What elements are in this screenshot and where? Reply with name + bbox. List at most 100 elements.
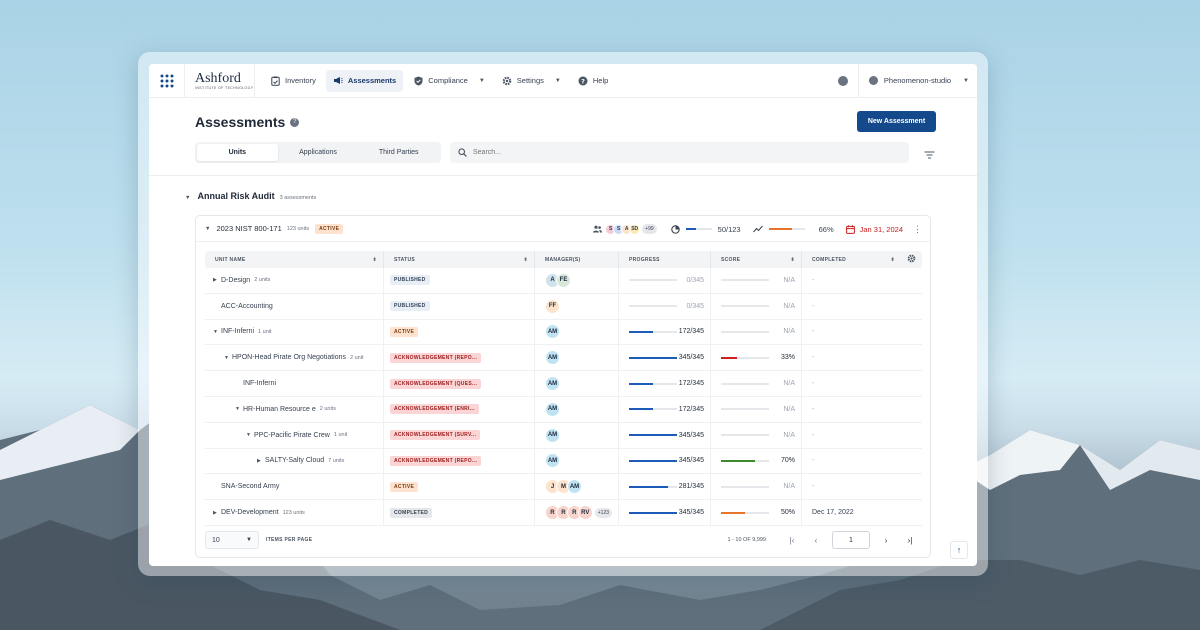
group-title: Annual Risk Audit [197,191,275,201]
column-settings-icon[interactable] [907,254,916,265]
tab-units[interactable]: Units [197,144,278,161]
expand-caret-icon[interactable]: ▶ [257,458,265,464]
collapse-caret-icon[interactable]: ▼ [205,226,210,232]
unit-name[interactable]: SNA-Second Army [221,483,279,490]
nav-help[interactable]: ? Help [571,70,615,92]
nav-assessments[interactable]: Assessments [325,69,404,92]
status-cell: ACKNOWLEDGEMENT (REPO... [384,345,535,371]
help-icon[interactable]: ? [290,117,300,127]
unit-name-cell: SNA-Second Army [205,474,384,500]
manager-avatar[interactable]: AM [567,479,582,495]
sort-icon[interactable]: ⬍ [524,257,529,263]
status-badge: ACKNOWLEDGEMENT (SURV... [390,430,481,441]
status-cell: COMPLETED [384,500,535,525]
expand-caret-icon[interactable]: ▼ [224,355,232,361]
table-row[interactable]: ▼ INF-Inferni 1 unit ACTIVE AM 172/345 N… [205,319,922,346]
items-per-page-select[interactable]: 10 ▼ [205,531,259,549]
managers-cell: AM [535,371,619,396]
managers-more[interactable]: +123 [594,507,613,518]
collapse-caret-icon[interactable]: ▼ [185,195,190,201]
col-status[interactable]: STATUS ⬍ [384,251,535,268]
unit-name-cell: ▼ HPON-Head Pirate Org Negotiations 2 un… [205,345,384,371]
table-row[interactable]: INF-Inferni ACKNOWLEDGEMENT (QUES... AM … [205,371,922,397]
manager-avatars[interactable]: S S A SD [605,223,641,235]
table-row[interactable]: ACC-Accounting PUBLISHED FF 0/345 N/A - [205,293,922,320]
expand-caret-icon[interactable]: ▼ [246,432,254,438]
unit-name[interactable]: INF-Inferni [243,380,276,387]
group-header[interactable]: ▼ Annual Risk Audit 3 assessments [185,191,316,201]
nav-compliance[interactable]: Compliance ▼ [406,70,492,92]
table-row[interactable]: SNA-Second Army ACTIVE J M AM 281/345 N/A … [205,474,922,501]
table-row[interactable]: ▶ D-Design 2 units PUBLISHED A FE 0/345 N… [205,268,922,294]
new-assessment-button[interactable]: New Assessment [857,111,936,132]
manager-avatar[interactable]: SD [629,223,641,235]
progress-gauge-icon [670,224,680,234]
unit-name[interactable]: DEV-Development [221,509,279,516]
table-row[interactable]: ▼ HR-Human Resource e 2 units ACKNOWLEDG… [205,396,922,423]
manager-avatar[interactable]: FE [556,272,571,288]
more-options-icon[interactable]: ⋮ [913,224,922,235]
manager-avatar[interactable]: RV [577,505,593,521]
prev-page-icon[interactable]: ‹ [809,533,823,547]
expand-caret-icon[interactable]: ▼ [213,329,221,335]
next-page-icon[interactable]: › [879,533,893,547]
col-unit-name[interactable]: UNIT NAME ⬍ [205,251,384,268]
col-label: STATUS [394,256,416,263]
table-row[interactable]: ▼ PPC-Pacific Pirate Crew 1 unit ACKNOWL… [205,422,922,449]
manager-avatar[interactable]: AM [545,401,560,417]
search-bar [450,142,909,163]
manager-avatar[interactable]: AM [545,324,560,340]
page-number-input[interactable]: 1 [832,531,870,549]
manager-avatar[interactable]: AM [545,350,560,366]
unit-name[interactable]: ACC-Accounting [221,303,273,310]
nav-inventory[interactable]: Inventory [263,70,323,92]
progress-fill [629,408,653,411]
unit-name[interactable]: SALTY-Salty Cloud [265,457,324,464]
brand-logo[interactable]: Ashford INSTITUTE OF TECHNOLOGY [185,64,255,98]
assessment-header[interactable]: ▼ 2023 NIST 800-171 123 units ACTIVE SSA… [196,216,930,242]
tab-third-parties[interactable]: Third Parties [358,144,439,161]
unit-count: 2 unit [350,354,364,361]
table-row[interactable]: ▶ SALTY-Salty Cloud 7 units ACKNOWLEDGEM… [205,448,922,475]
table-row[interactable]: ▼ HPON-Head Pirate Org Negotiations 2 un… [205,345,922,372]
chat-icon[interactable] [837,75,848,86]
unit-name[interactable]: PPC-Pacific Pirate Crew [254,432,330,439]
managers-more[interactable]: +99 [642,224,657,234]
status-badge: PUBLISHED [390,301,430,312]
app-logo-icon[interactable] [149,64,185,98]
unit-name[interactable]: HPON-Head Pirate Org Negotiations [232,354,346,361]
unit-name-cell: ▼ INF-Inferni 1 unit [205,319,384,345]
col-progress[interactable]: PROGRESS [619,251,711,268]
score-text: N/A [783,302,795,310]
manager-avatar[interactable]: AM [545,427,560,443]
tab-applications[interactable]: Applications [278,144,359,161]
score-text: N/A [783,483,795,491]
manager-avatar[interactable]: AM [545,453,560,469]
col-completed[interactable]: COMPLETED ⬍ [802,251,922,268]
svg-text:?: ? [581,77,585,85]
first-page-icon[interactable]: |‹ [785,533,799,547]
expand-caret-icon[interactable]: ▶ [213,277,221,283]
page-title: Assessments [195,114,286,130]
sort-icon[interactable]: ⬍ [791,257,796,263]
last-page-icon[interactable]: ›| [903,533,917,547]
completed-date: - [812,405,815,413]
expand-caret-icon[interactable]: ▶ [213,510,221,516]
score-bar [721,485,769,488]
col-score[interactable]: SCORE ⬍ [711,251,802,268]
sort-icon[interactable]: ⬍ [373,257,378,263]
scroll-to-top-button[interactable]: ↑ [950,541,968,559]
search-input[interactable] [473,149,873,156]
nav-settings[interactable]: Settings ▼ [495,70,568,92]
filter-icon[interactable] [924,147,935,159]
unit-name[interactable]: HR-Human Resource e [243,406,316,413]
col-managers[interactable]: MANAGER(S) [535,251,619,268]
user-menu[interactable]: Phenomenon-studio ▼ [859,76,977,85]
expand-caret-icon[interactable]: ▼ [235,406,243,412]
manager-avatar[interactable]: AM [545,376,560,392]
sort-icon[interactable]: ⬍ [891,257,896,263]
manager-avatar[interactable]: FF [545,298,560,314]
unit-name[interactable]: D-Design [221,277,250,284]
unit-name[interactable]: INF-Inferni [221,328,254,335]
table-row[interactable]: ▶ DEV-Development 123 units COMPLETED RR… [205,500,922,526]
